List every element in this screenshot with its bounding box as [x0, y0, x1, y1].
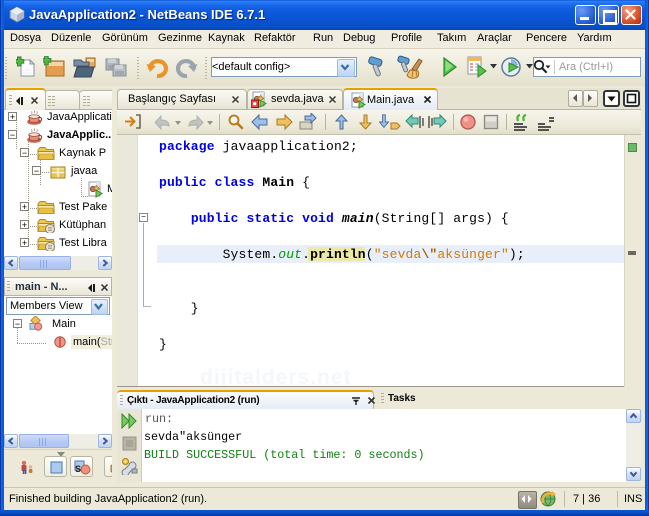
- svg-text:S: S: [75, 464, 81, 474]
